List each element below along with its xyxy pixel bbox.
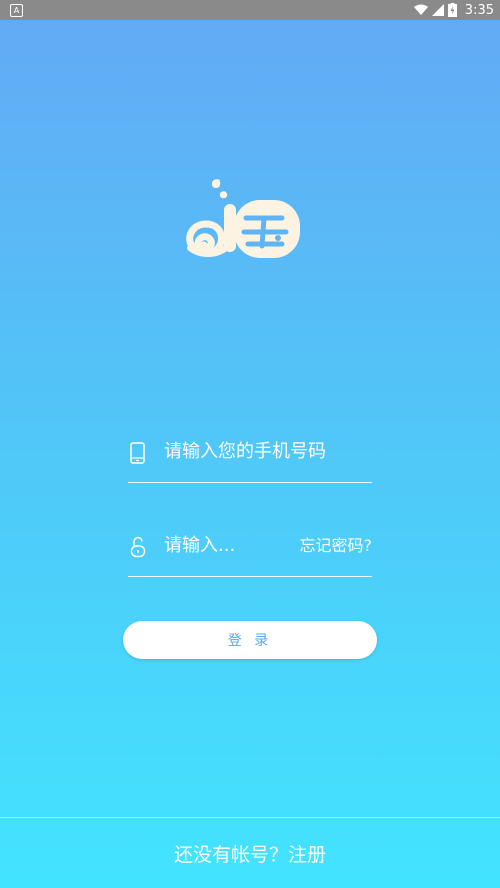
- password-field[interactable]: 请输入... 忘记密码?: [128, 530, 372, 577]
- phone-input[interactable]: 请输入您的手机号码: [164, 440, 326, 464]
- unlock-icon: [130, 536, 146, 558]
- status-bar: A 3:35: [0, 0, 500, 20]
- mobile-phone-icon: [130, 442, 145, 464]
- phone-field[interactable]: 请输入您的手机号码: [128, 436, 372, 483]
- password-input[interactable]: 请输入...: [164, 534, 235, 558]
- signal-icon: [431, 4, 444, 16]
- status-bar-left: A: [10, 3, 23, 17]
- status-bar-right: 3:35: [413, 2, 494, 18]
- wifi-icon: [413, 4, 428, 15]
- status-time: 3:35: [464, 2, 494, 18]
- register-link[interactable]: 还没有帐号？注册: [0, 818, 500, 888]
- notification-icon: A: [10, 3, 23, 17]
- app-logo: [186, 179, 300, 258]
- login-button[interactable]: 登 录: [123, 621, 377, 659]
- battery-charging-icon: [447, 3, 457, 17]
- forgot-password-link[interactable]: 忘记密码?: [300, 534, 373, 558]
